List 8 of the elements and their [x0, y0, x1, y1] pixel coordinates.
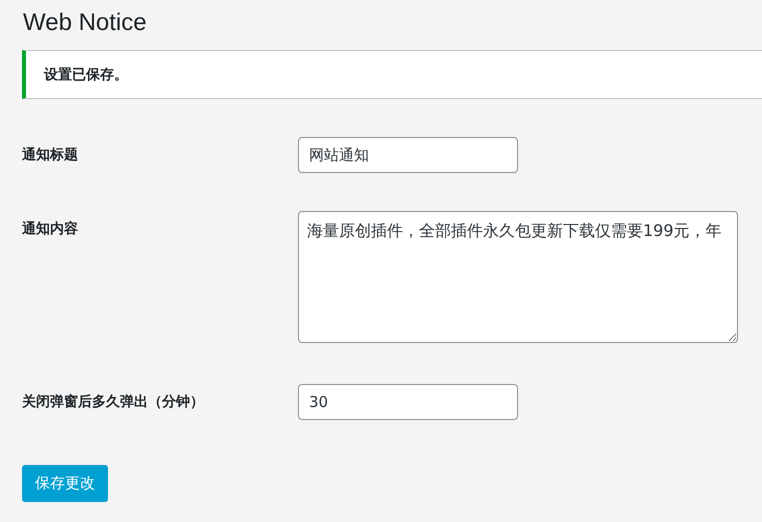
textarea-field[interactable]: 海量原创插件，全部插件永久包更新下载仅需要199元，年 — [298, 211, 738, 343]
field-label: 通知标题 — [22, 146, 79, 164]
field-label: 关闭弹窗后多久弹出（分钟） — [22, 392, 205, 411]
field-label: 通知内容 — [22, 220, 79, 238]
page-title: Web Notice — [23, 8, 148, 38]
input-field[interactable]: 网站通知 — [298, 137, 518, 173]
input-field[interactable]: 30 — [298, 384, 518, 420]
notice-text: 设置已保存。 — [44, 66, 128, 84]
